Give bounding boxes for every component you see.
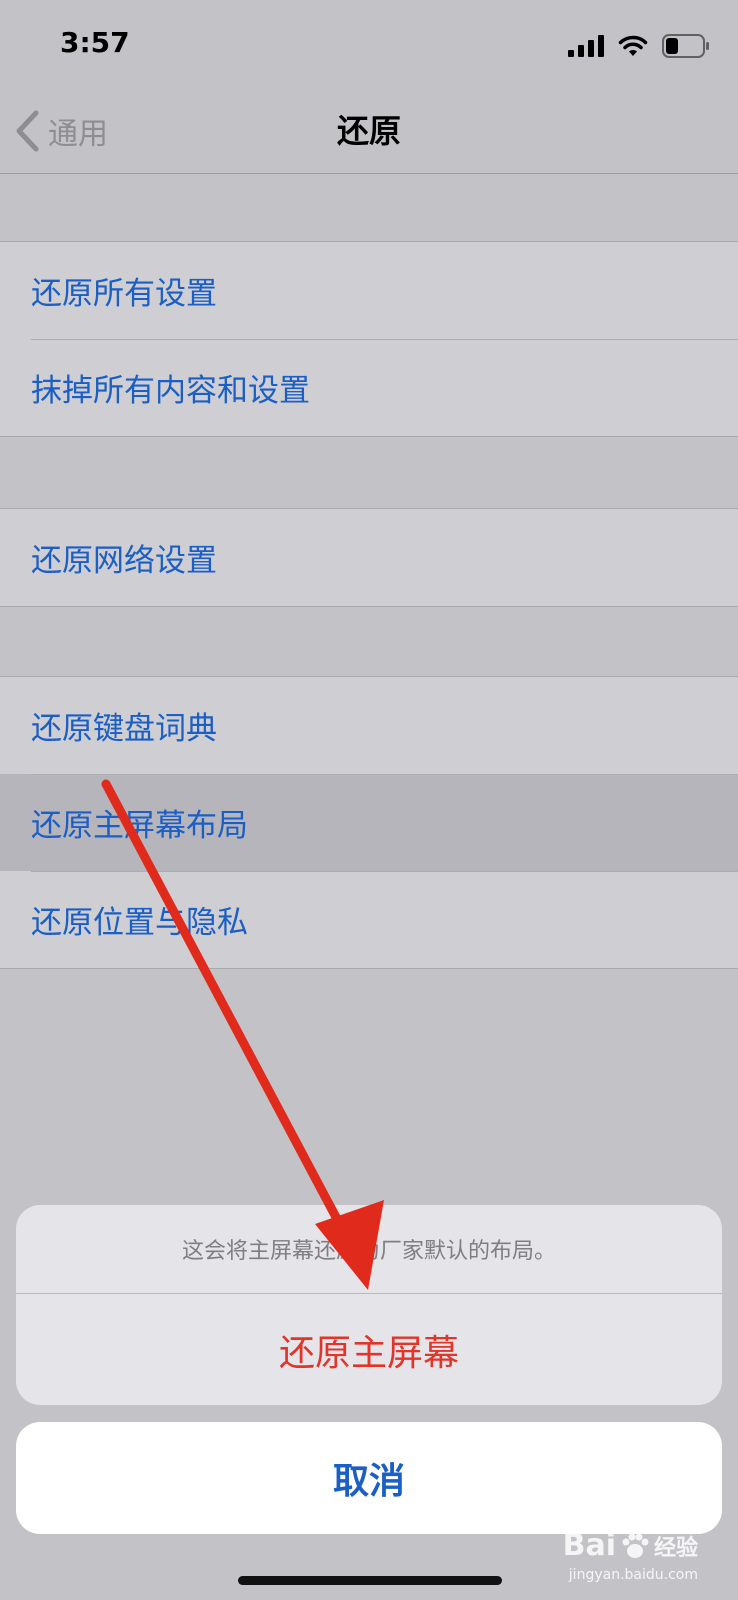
- reset-location-privacy-item[interactable]: 还原位置与隐私: [0, 871, 738, 968]
- wifi-icon: [618, 35, 648, 56]
- reset-network-settings-item[interactable]: 还原网络设置: [0, 509, 738, 606]
- cancel-button[interactable]: 取消: [16, 1422, 722, 1534]
- reset-all-settings-item[interactable]: 还原所有设置: [0, 242, 738, 339]
- list-item-label: 还原位置与隐私: [31, 905, 248, 941]
- page-title: 还原: [336, 112, 401, 150]
- cellular-signal-icon: [568, 35, 604, 57]
- list-item-label: 还原所有设置: [31, 276, 217, 312]
- list-item-label: 还原主屏幕布局: [31, 808, 248, 844]
- list-item-label: 还原网络设置: [31, 543, 217, 579]
- watermark-suffix: 经验: [653, 1535, 698, 1561]
- list-item-label: 还原键盘词典: [31, 711, 217, 747]
- paw-logo-icon: [622, 1533, 649, 1558]
- baidu-watermark: Bai 经验: [563, 1528, 698, 1563]
- action-sheet: 这会将主屏幕还原为厂家默认的布局。 还原主屏幕: [16, 1205, 722, 1405]
- watermark-url: jingyan.baidu.com: [568, 1567, 698, 1583]
- reset-keyboard-dictionary-item[interactable]: 还原键盘词典: [0, 677, 738, 774]
- watermark-brand: Bai: [562, 1528, 616, 1563]
- home-indicator: [238, 1576, 502, 1585]
- action-sheet-message: 这会将主屏幕还原为厂家默认的布局。: [16, 1205, 722, 1294]
- erase-all-content-item[interactable]: 抹掉所有内容和设置: [0, 339, 738, 436]
- reset-home-screen-button[interactable]: 还原主屏幕: [16, 1294, 722, 1405]
- nav-divider: [0, 173, 738, 174]
- reset-home-screen-layout-item[interactable]: 还原主屏幕布局: [0, 774, 738, 871]
- settings-group-other: 还原键盘词典 还原主屏幕布局 还原位置与隐私: [0, 676, 738, 969]
- status-icons: [568, 32, 710, 60]
- status-time: 3:57: [60, 26, 130, 59]
- settings-group-reset: 还原所有设置 抹掉所有内容和设置: [0, 241, 738, 437]
- settings-group-network: 还原网络设置: [0, 508, 738, 607]
- battery-icon: [662, 34, 709, 58]
- list-item-label: 抹掉所有内容和设置: [31, 373, 310, 409]
